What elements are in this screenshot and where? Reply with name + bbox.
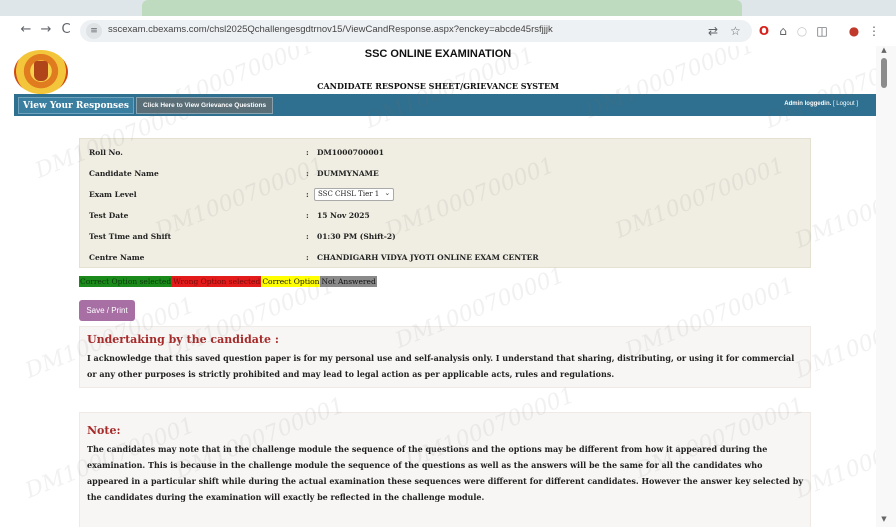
scroll-up-icon[interactable]: ▲ — [879, 46, 889, 56]
save-print-button[interactable]: Save / Print — [79, 300, 135, 321]
back-icon[interactable]: ← — [18, 22, 34, 38]
extensions-puzzle-icon[interactable]: ◫ — [814, 23, 830, 39]
undertaking-text: I acknowledge that this saved question p… — [87, 353, 795, 379]
candidate-info-panel: Roll No. : DM1000700001 Candidate Name :… — [79, 138, 811, 268]
address-bar[interactable]: ≡ sscexam.cbexams.com/chsl2025Qchallenge… — [80, 20, 752, 42]
active-tab[interactable] — [142, 0, 742, 16]
page-scrollbar[interactable]: ▲ ▼ — [876, 46, 896, 527]
legend-wrong-selected: Wrong Option selected — [172, 276, 262, 287]
name-value: DUMMYNAME — [317, 169, 379, 178]
translate-icon[interactable]: ⇄ — [708, 24, 718, 38]
roll-label: Roll No. — [89, 148, 123, 157]
exam-level-colon: : — [306, 190, 309, 199]
info-row-centre: Centre Name : CHANDIGARH VIDYA JYOTI ONL… — [80, 248, 812, 269]
note-heading: Note: — [87, 424, 121, 437]
chevron-down-icon: ⌄ — [384, 189, 391, 197]
test-time-label: Test Time and Shift — [89, 232, 172, 241]
roll-colon: : — [306, 148, 309, 157]
scrollbar-thumb[interactable] — [881, 58, 887, 88]
test-date-label: Test Date — [89, 211, 129, 220]
address-url[interactable]: sscexam.cbexams.com/chsl2025Qchallengesg… — [108, 24, 553, 35]
undertaking-panel: Undertaking by the candidate : I acknowl… — [79, 326, 811, 388]
test-time-colon: : — [306, 232, 309, 241]
test-time-value: 01:30 PM (Shift-2) — [317, 232, 396, 241]
exam-level-value: SSC CHSL Tier 1 — [318, 190, 380, 198]
legend-not-answered: Not Answered — [320, 276, 377, 287]
note-text: The candidates may note that in the chal… — [87, 444, 803, 502]
browser-chrome: ← → C ≡ sscexam.cbexams.com/chsl2025Qcha… — [0, 0, 896, 46]
reload-icon[interactable]: C — [58, 22, 74, 38]
roll-value: DM1000700001 — [317, 148, 384, 157]
undertaking-heading: Undertaking by the candidate : — [87, 333, 279, 346]
centre-label: Centre Name — [89, 253, 145, 262]
browser-menu-icon[interactable]: ⋮ — [866, 23, 882, 39]
legend-correct-selected: Correct Option selected — [79, 276, 173, 287]
test-date-value: 15 Nov 2025 — [317, 211, 370, 220]
site-info-icon[interactable]: ≡ — [86, 23, 102, 39]
view-grievance-button[interactable]: Click Here to View Grievance Questions — [136, 97, 274, 114]
page-content: SSC ONLINE EXAMINATION CANDIDATE RESPONS… — [0, 46, 876, 527]
tab-strip — [0, 0, 896, 16]
extension-icon[interactable]: ⌂ — [775, 23, 791, 39]
test-date-colon: : — [306, 211, 309, 220]
centre-colon: : — [306, 253, 309, 262]
info-row-test-time: Test Time and Shift : 01:30 PM (Shift-2) — [80, 227, 812, 248]
profile-avatar-icon[interactable]: ● — [846, 23, 862, 39]
forward-icon[interactable]: → — [38, 22, 54, 38]
admin-status: Admin loggedin. [ Logout ] — [784, 101, 858, 107]
top-navbar: View Your Responses Click Here to View G… — [14, 94, 876, 116]
extension-icon-2[interactable]: ○ — [794, 23, 810, 39]
name-label: Candidate Name — [89, 169, 159, 178]
scroll-down-icon[interactable]: ▼ — [879, 515, 889, 525]
name-colon: : — [306, 169, 309, 178]
info-row-name: Candidate Name : DUMMYNAME — [80, 164, 812, 185]
answer-legend: Correct Option selected Wrong Option sel… — [79, 276, 377, 287]
exam-level-select[interactable]: SSC CHSL Tier 1 ⌄ — [314, 188, 395, 201]
view-responses-button[interactable]: View Your Responses — [18, 97, 134, 114]
legend-correct-option: Correct Option — [261, 276, 321, 287]
bookmark-star-icon[interactable]: ☆ — [730, 24, 741, 38]
admin-label: Admin loggedin. — [784, 101, 832, 107]
browser-toolbar: ← → C ≡ sscexam.cbexams.com/chsl2025Qcha… — [0, 18, 896, 44]
logout-link[interactable]: [ Logout ] — [833, 101, 858, 107]
exam-level-label: Exam Level — [89, 190, 137, 199]
info-row-exam-level: Exam Level : SSC CHSL Tier 1 ⌄ — [80, 185, 812, 206]
note-panel: Note: The candidates may note that in th… — [79, 412, 811, 527]
centre-value: CHANDIGARH VIDYA JYOTI ONLINE EXAM CENTE… — [317, 253, 539, 262]
opera-extension-icon[interactable]: O — [756, 23, 772, 39]
page-title: SSC ONLINE EXAMINATION — [364, 48, 512, 60]
info-row-roll: Roll No. : DM1000700001 — [80, 143, 812, 164]
info-row-test-date: Test Date : 15 Nov 2025 — [80, 206, 812, 227]
page-subtitle: CANDIDATE RESPONSE SHEET/GRIEVANCE SYSTE… — [317, 81, 559, 91]
